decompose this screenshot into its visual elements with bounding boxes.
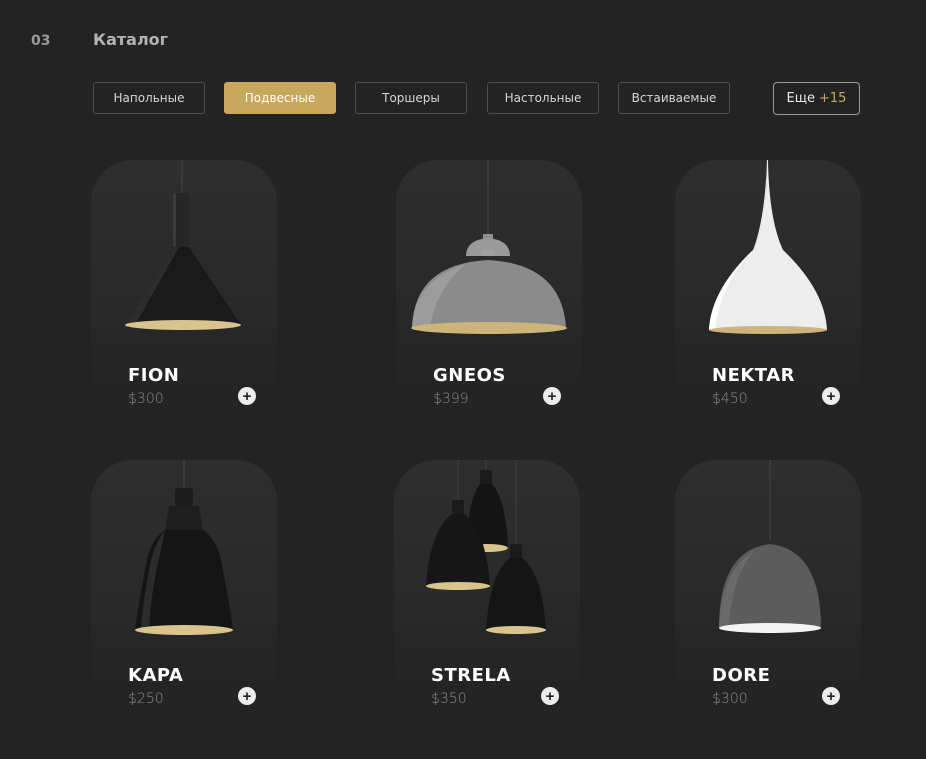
product-name: DORE [712, 665, 771, 686]
add-to-cart-button[interactable]: + [822, 687, 840, 705]
product-name: GNEOS [433, 365, 506, 386]
add-to-cart-button[interactable]: + [238, 687, 256, 705]
pendant-lamp-white-image [709, 160, 827, 334]
product-card-fion[interactable]: FION $300 + [91, 160, 277, 430]
product-price: $350 [431, 691, 467, 707]
product-price: $250 [128, 691, 164, 707]
filter-table[interactable]: Настольные [487, 82, 599, 114]
plus-icon: + [826, 387, 836, 405]
add-to-cart-button[interactable]: + [543, 387, 561, 405]
filter-pendant[interactable]: Подвесные [224, 82, 336, 114]
pendant-lamp-cone-image [125, 160, 241, 330]
product-card-strela[interactable]: STRELA $350 + [394, 460, 580, 730]
pendant-lamp-cluster-image [426, 460, 546, 634]
filter-recessed[interactable]: Встаиваемые [618, 82, 730, 114]
plus-icon: + [242, 687, 252, 705]
product-price: $300 [128, 391, 164, 407]
add-to-cart-button[interactable]: + [541, 687, 559, 705]
product-price: $300 [712, 691, 748, 707]
add-to-cart-button[interactable]: + [238, 387, 256, 405]
more-count: +15 [819, 91, 847, 106]
filter-floor-lamps[interactable]: Торшеры [355, 82, 467, 114]
plus-icon: + [547, 387, 557, 405]
add-to-cart-button[interactable]: + [822, 387, 840, 405]
pendant-lamp-dome-image [411, 160, 567, 334]
more-label: Еще [786, 91, 816, 106]
product-price: $399 [433, 391, 469, 407]
product-card-dore[interactable]: DORE $300 + [675, 460, 861, 730]
pendant-lamp-bell-black-image [135, 460, 233, 635]
product-name: KAPA [128, 665, 184, 686]
more-categories-button[interactable]: Еще +15 [773, 82, 860, 115]
product-card-gneos[interactable]: GNEOS $399 + [396, 160, 582, 430]
product-name: NEKTAR [712, 365, 795, 386]
product-price: $450 [712, 391, 748, 407]
filter-floor[interactable]: Напольные [93, 82, 205, 114]
section-number: 03 [31, 33, 51, 49]
product-name: FION [128, 365, 180, 386]
plus-icon: + [242, 387, 252, 405]
section-title: Каталог [93, 30, 169, 49]
product-card-nektar[interactable]: NEKTAR $450 + [675, 160, 861, 430]
product-name: STRELA [431, 665, 511, 686]
plus-icon: + [826, 687, 836, 705]
product-card-kapa[interactable]: KAPA $250 + [91, 460, 277, 730]
plus-icon: + [545, 687, 555, 705]
pendant-lamp-grey-dome-image [719, 460, 821, 633]
